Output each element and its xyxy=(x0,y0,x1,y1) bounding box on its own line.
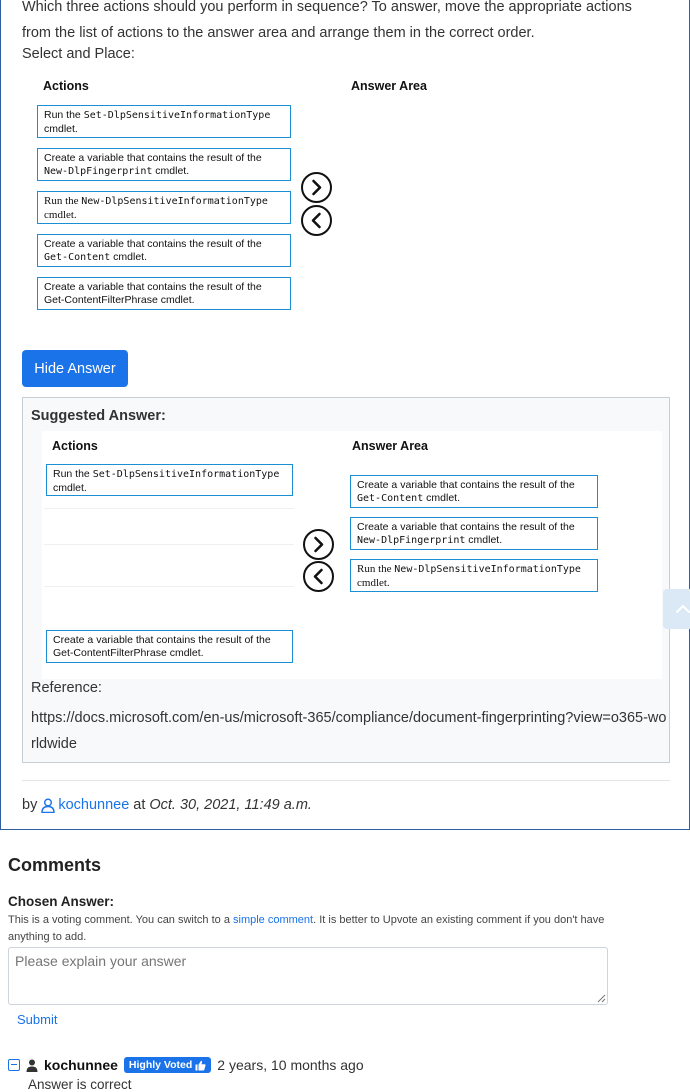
chevron-left-circle-icon xyxy=(303,561,334,592)
chosen-answer-label: Chosen Answer: xyxy=(8,894,115,909)
hide-answer-button[interactable]: Hide Answer xyxy=(22,350,128,387)
comment-header: kochunnee Highly Voted 2 years, 10 month… xyxy=(8,1055,364,1075)
reference-link[interactable]: https://docs.microsoft.com/en-us/microso… xyxy=(31,705,667,757)
answer-area-heading: Answer Area xyxy=(352,439,428,453)
answer-explanation-input[interactable] xyxy=(8,947,608,1005)
scroll-to-top-button[interactable] xyxy=(663,589,690,629)
collapse-icon[interactable] xyxy=(8,1059,20,1071)
comment-timestamp: 2 years, 10 months ago xyxy=(217,1057,364,1073)
question-text: Which three actions should you perform i… xyxy=(22,0,632,41)
chevron-right-circle-icon xyxy=(303,529,334,560)
action-item[interactable]: Create a variable that contains the resu… xyxy=(37,277,291,310)
highly-voted-badge: Highly Voted xyxy=(123,1057,212,1073)
action-item[interactable]: Run the Set-DlpSensitiveInformationType … xyxy=(37,105,291,138)
reference-label: Reference: xyxy=(31,680,102,696)
action-item[interactable]: Create a variable that contains the resu… xyxy=(37,148,291,181)
divider xyxy=(22,780,670,781)
suggested-answer-image: Actions Answer Area Run the Set-DlpSensi… xyxy=(42,431,662,679)
user-icon xyxy=(26,1059,38,1072)
action-item: Run the Set-DlpSensitiveInformationType … xyxy=(46,464,293,496)
question-card: Which three actions should you perform i… xyxy=(0,0,690,830)
divider xyxy=(44,508,294,509)
answer-item: Create a variable that contains the resu… xyxy=(350,517,598,550)
author-line: by kochunnee at Oct. 30, 2021, 11:49 a.m… xyxy=(22,797,312,813)
divider xyxy=(44,586,294,587)
action-item: Create a variable that contains the resu… xyxy=(46,630,293,663)
answer-item: Run the New-DlpSensitiveInformationType … xyxy=(350,559,598,592)
user-icon xyxy=(41,798,56,813)
voting-note: This is a voting comment. You can switch… xyxy=(8,914,605,943)
answer-item: Create a variable that contains the resu… xyxy=(350,475,598,508)
thumbs-up-icon xyxy=(195,1060,206,1070)
select-place-label: Select and Place: xyxy=(22,46,135,62)
actions-heading: Actions xyxy=(43,79,89,93)
comment-body: Answer is correct xyxy=(28,1077,132,1092)
resize-grip-icon[interactable] xyxy=(596,993,606,1003)
submit-button[interactable]: Submit xyxy=(17,1012,57,1027)
chevron-right-circle-icon[interactable] xyxy=(301,172,332,203)
author-link[interactable]: kochunnee xyxy=(41,797,129,813)
suggested-answer-panel: Suggested Answer: Actions Answer Area Ru… xyxy=(22,397,670,763)
actions-heading: Actions xyxy=(52,439,98,453)
comments-title: Comments xyxy=(8,855,102,875)
chevron-left-circle-icon[interactable] xyxy=(301,205,332,236)
suggested-answer-title: Suggested Answer: xyxy=(31,408,166,424)
chevron-up-icon xyxy=(676,604,690,613)
answer-area-heading: Answer Area xyxy=(351,79,427,93)
simple-comment-link[interactable]: simple comment xyxy=(233,914,313,926)
action-item[interactable]: Create a variable that contains the resu… xyxy=(37,234,291,267)
divider xyxy=(44,544,294,545)
comment-author[interactable]: kochunnee xyxy=(44,1057,118,1073)
action-item[interactable]: Run the New-DlpSensitiveInformationType … xyxy=(37,191,291,224)
